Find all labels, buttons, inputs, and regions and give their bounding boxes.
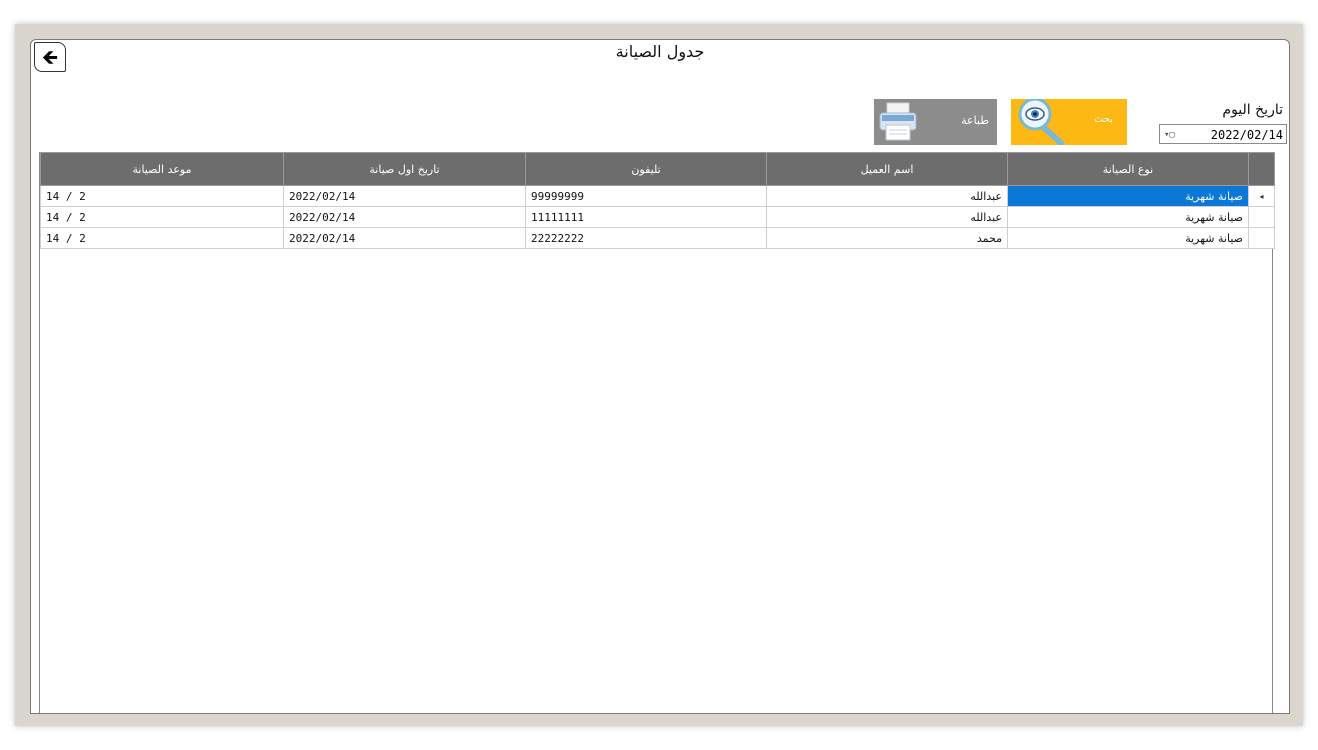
cell-first-date[interactable]: 2022/02/14 (283, 185, 526, 207)
row-header[interactable] (1248, 227, 1275, 249)
table-header-row: نوع الصيانة اسم العميل تليفون تاريخ اول … (40, 152, 1275, 186)
table-row[interactable]: ◂ صيانة شهرية عبدالله 99999999 2022/02/1… (40, 185, 1275, 207)
date-value: 2022/02/14 (1210, 128, 1283, 142)
page-title: جدول الصيانة (615, 42, 705, 61)
date-picker[interactable]: 2022/02/14 ▾▢ (1159, 124, 1287, 144)
row-pointer-icon[interactable]: ◂ (1248, 185, 1275, 207)
cell-customer[interactable]: عبدالله (766, 206, 1008, 228)
cell-phone[interactable]: 11111111 (525, 206, 767, 228)
cell-customer[interactable]: محمد (766, 227, 1008, 249)
maintenance-window: 🡸 جدول الصيانة تاريخ اليوم 2022/02/14 ▾▢… (30, 39, 1290, 714)
maintenance-grid[interactable]: نوع الصيانة اسم العميل تليفون تاريخ اول … (39, 152, 1275, 713)
printer-icon (879, 102, 917, 141)
cell-type[interactable]: صيانة شهرية (1007, 227, 1249, 249)
magnifier-eye-icon (1018, 99, 1064, 145)
cell-customer[interactable]: عبدالله (766, 185, 1008, 207)
cell-type[interactable]: صيانة شهرية (1007, 206, 1249, 228)
column-header-phone[interactable]: تليفون (525, 152, 767, 186)
cell-type[interactable]: صيانة شهرية (1007, 185, 1249, 207)
column-header-first-date[interactable]: تاريخ اول صيانة (283, 152, 526, 186)
calendar-dropdown-icon[interactable]: ▾▢ (1164, 125, 1175, 145)
date-label: تاريخ اليوم (1222, 102, 1283, 118)
column-header-type[interactable]: نوع الصيانة (1007, 152, 1249, 186)
column-header-customer[interactable]: اسم العميل (766, 152, 1008, 186)
maintenance-table: نوع الصيانة اسم العميل تليفون تاريخ اول … (40, 152, 1275, 249)
print-label: طباعة (961, 114, 989, 127)
cell-due[interactable]: 2 / 14 (40, 227, 284, 249)
cell-due[interactable]: 2 / 14 (40, 185, 284, 207)
column-header-due[interactable]: موعد الصيانة (40, 152, 284, 186)
row-header-corner (1248, 152, 1275, 186)
cell-first-date[interactable]: 2022/02/14 (283, 227, 526, 249)
cell-phone[interactable]: 22222222 (525, 227, 767, 249)
print-button[interactable]: طباعة (874, 99, 997, 145)
table-row[interactable]: صيانة شهرية محمد 22222222 2022/02/14 2 /… (40, 227, 1275, 249)
search-label: بحث (1093, 114, 1113, 125)
table-row[interactable]: صيانة شهرية عبدالله 11111111 2022/02/14 … (40, 206, 1275, 228)
cell-first-date[interactable]: 2022/02/14 (283, 206, 526, 228)
cell-due[interactable]: 2 / 14 (40, 206, 284, 228)
search-button[interactable]: بحث (1011, 99, 1127, 145)
cell-phone[interactable]: 99999999 (525, 185, 767, 207)
row-header[interactable] (1248, 206, 1275, 228)
